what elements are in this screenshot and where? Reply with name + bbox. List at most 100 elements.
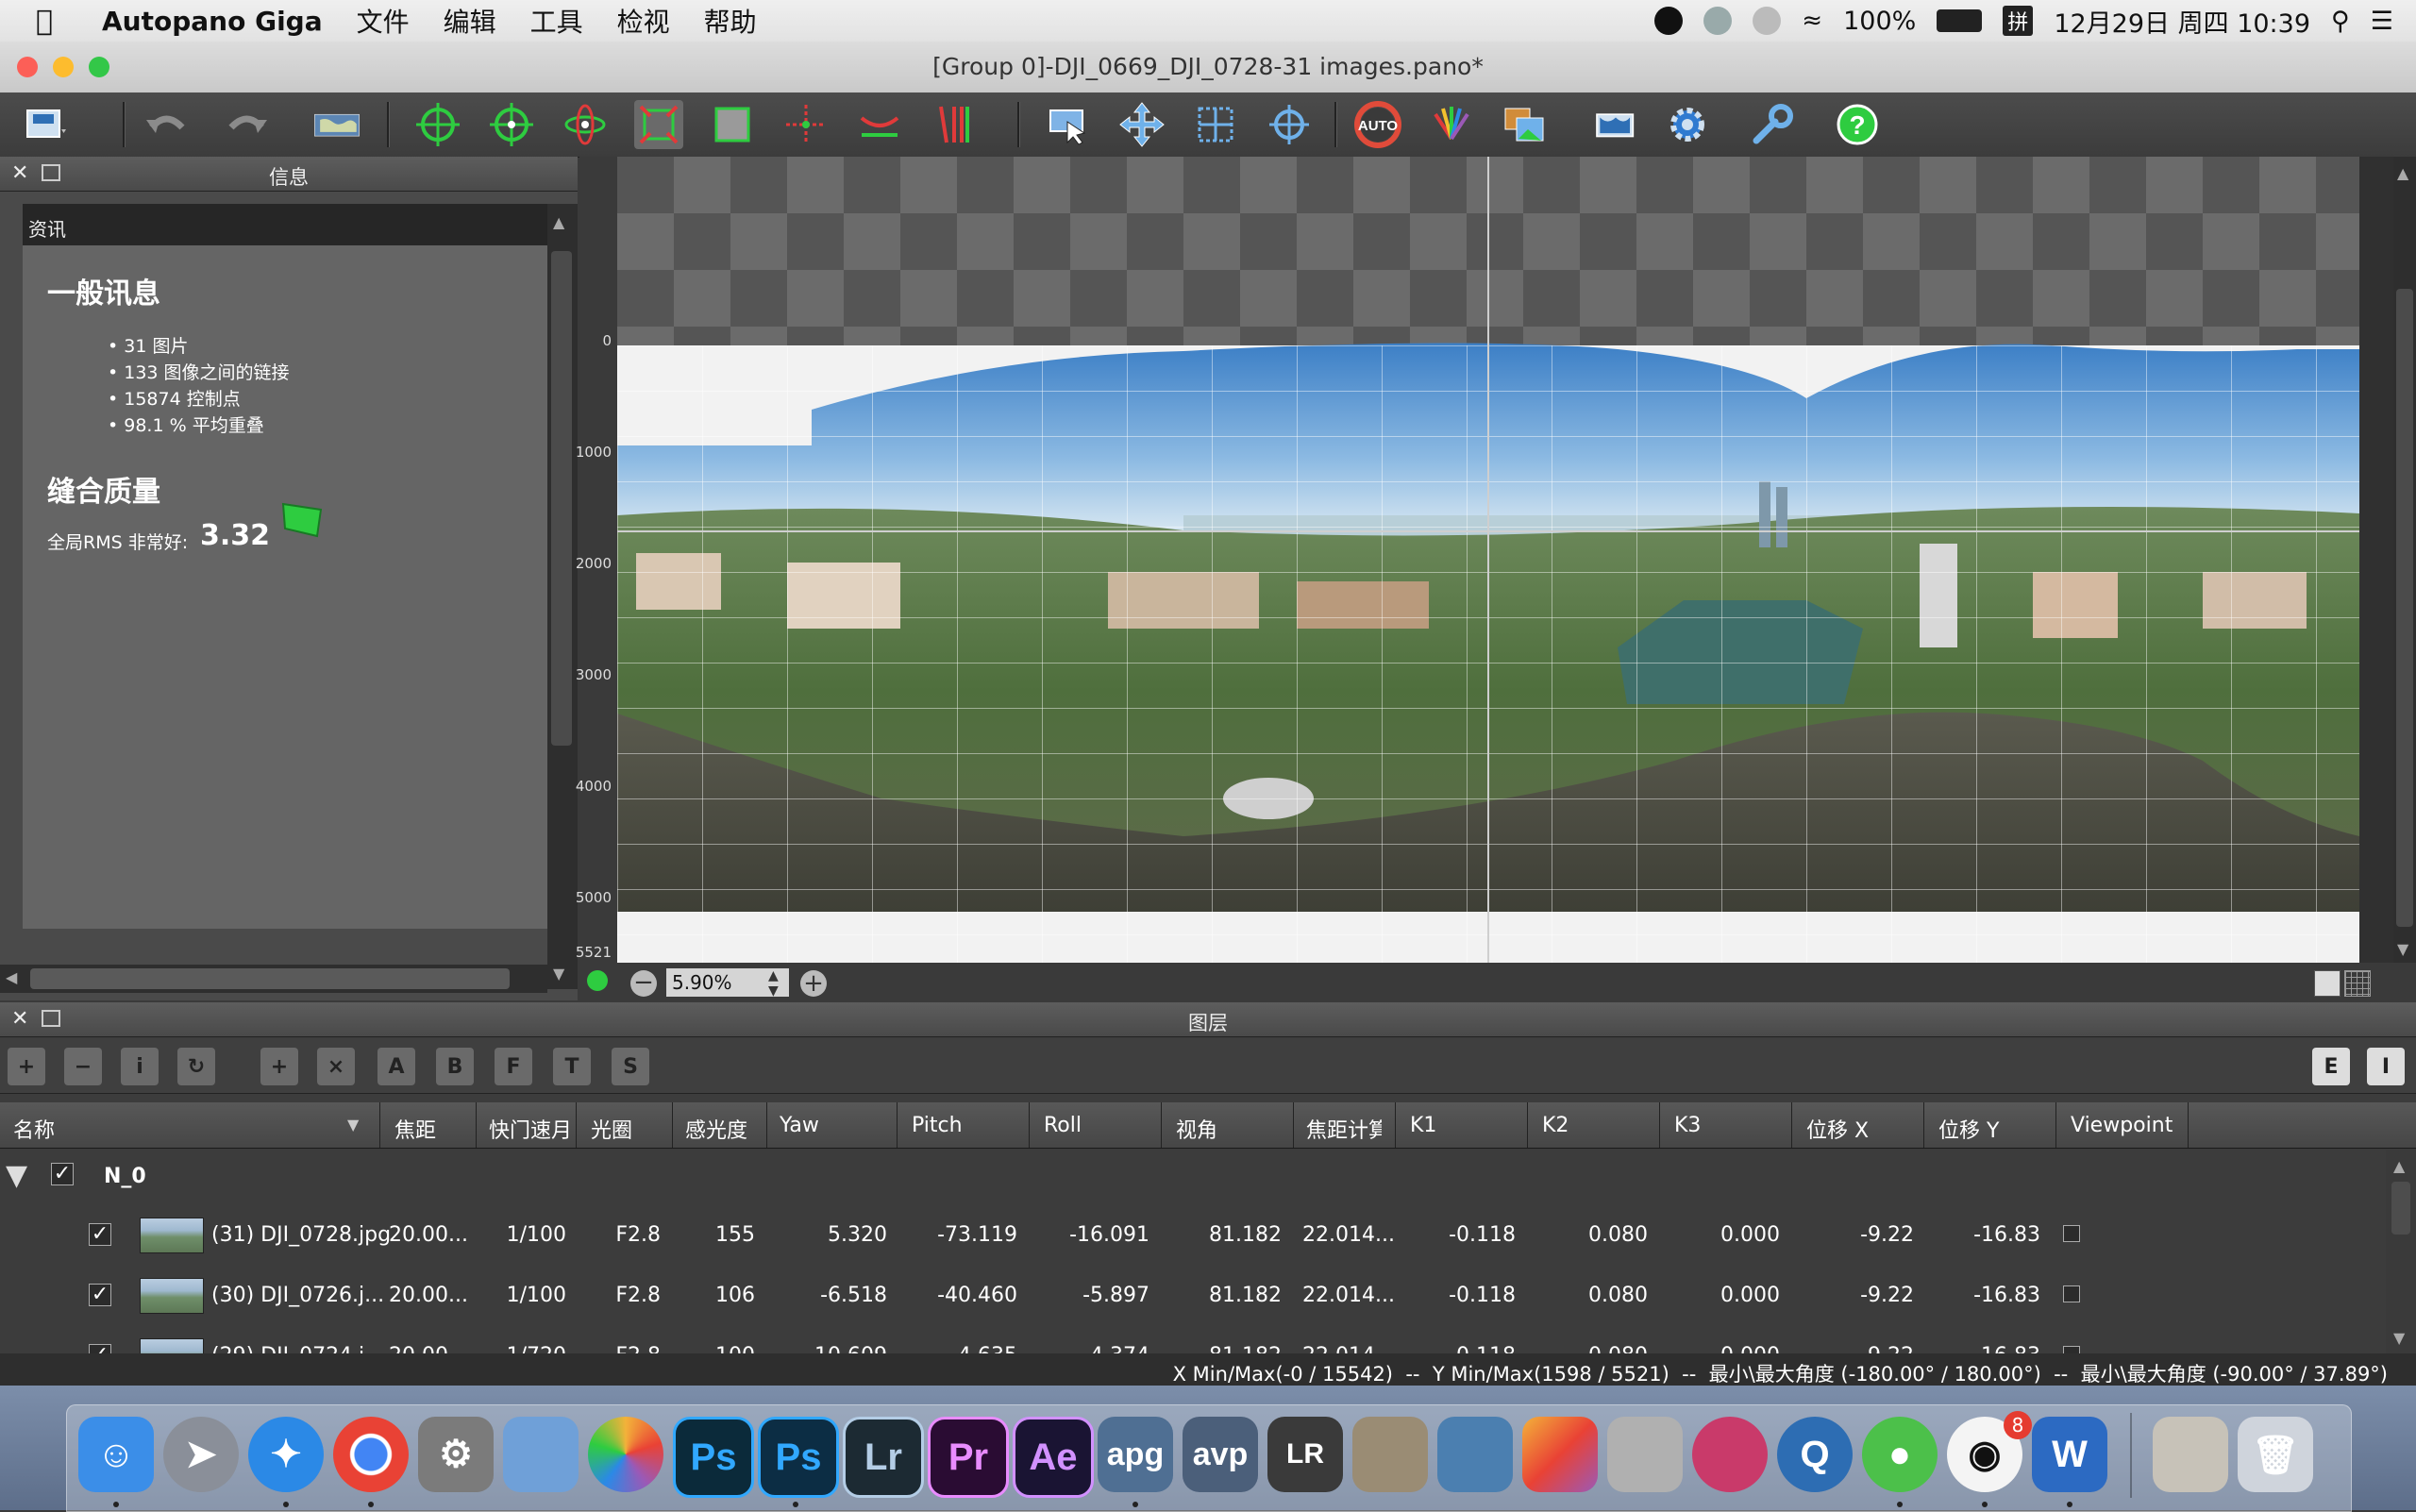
viewport-vertical-scrollbar[interactable]: ▲ ▼ — [2393, 157, 2416, 963]
autopano-giga-icon[interactable]: apg — [1098, 1417, 1173, 1492]
row-checkbox[interactable]: ✓ — [89, 1284, 111, 1306]
col-aperture[interactable]: 光圈 — [591, 1114, 632, 1144]
wrench-icon[interactable] — [1748, 100, 1797, 149]
menu-edit[interactable]: 编辑 — [444, 2, 496, 40]
viewpoint-checkbox[interactable] — [2063, 1346, 2080, 1353]
world-map-icon[interactable] — [304, 100, 370, 149]
layer-tool-s[interactable]: S — [612, 1048, 649, 1085]
downloads-stack-icon[interactable] — [2153, 1417, 2228, 1492]
layers-color-icon[interactable] — [1501, 100, 1550, 149]
autopano-video-icon[interactable]: avp — [1183, 1417, 1258, 1492]
zoom-stepper[interactable]: ▲ ▼ — [768, 968, 779, 999]
menu-help[interactable]: 帮助 — [704, 2, 757, 40]
layers-vertical-scrollbar[interactable]: ▲ ▼ — [2386, 1150, 2416, 1353]
preview-icon[interactable] — [503, 1417, 579, 1492]
col-k1[interactable]: K1 — [1410, 1114, 1436, 1137]
col-shutter[interactable]: 快门速月 — [489, 1114, 572, 1144]
settings-icon[interactable] — [1663, 100, 1712, 149]
zoom-in-button[interactable]: + — [800, 970, 827, 997]
info-vertical-scrollbar[interactable]: ▲ ▼ — [547, 204, 578, 989]
apple-menu-icon[interactable]:  — [36, 5, 74, 38]
undo-icon[interactable] — [142, 100, 191, 149]
col-roll[interactable]: Roll — [1044, 1114, 1082, 1137]
view-single-icon[interactable] — [2314, 970, 2340, 997]
menu-file[interactable]: 文件 — [357, 2, 410, 40]
fit-view-icon[interactable] — [587, 970, 608, 991]
bounding-box-icon[interactable] — [708, 100, 757, 149]
viewpoint-checkbox[interactable] — [2063, 1285, 2080, 1302]
creative-cloud-icon[interactable] — [1753, 7, 1782, 35]
col-name[interactable]: 名称 — [13, 1114, 55, 1144]
crop-icon[interactable] — [634, 100, 683, 149]
col-viewpoint[interactable]: Viewpoint — [2071, 1114, 2173, 1137]
finder-icon[interactable]: ☺ — [78, 1417, 154, 1492]
gear-status-icon[interactable] — [1703, 7, 1733, 35]
center-target-icon[interactable] — [1265, 100, 1314, 149]
layer-tool-a[interactable]: A — [378, 1048, 415, 1085]
layer-tool-t[interactable]: T — [553, 1048, 591, 1085]
compressor-icon[interactable] — [1607, 1417, 1683, 1492]
horizon-point-icon[interactable] — [781, 100, 830, 149]
photoshop-2-icon[interactable]: Ps — [758, 1417, 839, 1498]
final-cut-icon[interactable] — [1522, 1417, 1598, 1492]
premiere-icon[interactable]: Pr — [928, 1417, 1009, 1498]
davinci-resolve-icon[interactable] — [1692, 1417, 1768, 1492]
scrollbar-thumb[interactable] — [2396, 289, 2413, 927]
image-info-icon[interactable]: i — [121, 1048, 159, 1085]
col-yaw[interactable]: Yaw — [780, 1114, 819, 1137]
layer-tool-b[interactable]: B — [436, 1048, 474, 1085]
table-row[interactable]: ✓ (30) DJI_0726.j... 20.00... 1/100 F2.8… — [0, 1267, 2384, 1325]
photoshop-icon[interactable]: Ps — [673, 1417, 754, 1498]
safari-icon[interactable]: ✦ — [248, 1417, 324, 1492]
sphere-icon[interactable] — [561, 100, 610, 149]
row-checkbox[interactable]: ✓ — [89, 1344, 111, 1353]
zoom-out-button[interactable]: − — [630, 970, 657, 997]
scrollbar-thumb[interactable] — [2391, 1182, 2410, 1235]
add-image-icon[interactable]: + — [8, 1048, 45, 1085]
col-iso[interactable]: 感光度 — [685, 1114, 747, 1144]
menu-tools[interactable]: 工具 — [530, 2, 583, 40]
help-icon[interactable]: ? — [1833, 100, 1882, 149]
launchpad-icon[interactable]: ➤ — [163, 1417, 239, 1492]
col-k2[interactable]: K2 — [1542, 1114, 1569, 1137]
horizon-line-icon[interactable] — [855, 100, 904, 149]
image-capture-icon[interactable] — [1352, 1417, 1428, 1492]
col-shift-y[interactable]: 位移 Y — [1938, 1114, 1999, 1144]
system-preferences-icon[interactable]: ⚙ — [418, 1417, 494, 1492]
word-icon[interactable]: W — [2032, 1417, 2107, 1492]
list-view-icon[interactable]: E — [2312, 1048, 2350, 1085]
battery-icon[interactable] — [1937, 9, 1983, 32]
vertical-guide-line[interactable] — [1487, 157, 1489, 963]
wechat-icon[interactable]: ● — [1862, 1417, 1938, 1492]
vertical-lines-icon[interactable] — [929, 100, 978, 149]
control-point-alt-icon[interactable] — [487, 100, 536, 149]
remove-group-icon[interactable]: × — [317, 1048, 355, 1085]
save-icon[interactable] — [21, 100, 70, 149]
refresh-image-icon[interactable]: ↻ — [177, 1048, 215, 1085]
table-row[interactable]: ✓ (31) DJI_0728.jpg 20.00... 1/100 F2.8 … — [0, 1206, 2384, 1265]
transform-icon[interactable] — [1191, 100, 1240, 149]
after-effects-icon[interactable]: Ae — [1013, 1417, 1094, 1498]
menu-app-name[interactable]: Autopano Giga — [102, 6, 323, 37]
clock[interactable]: 12月29日 周四 10:39 — [2054, 3, 2310, 40]
col-focal-calc[interactable]: 焦距计算 — [1306, 1114, 1382, 1144]
select-icon[interactable] — [1044, 100, 1093, 149]
chrome-icon[interactable] — [333, 1417, 409, 1492]
menu-view[interactable]: 检视 — [617, 2, 670, 40]
view-grid-icon[interactable] — [2344, 970, 2371, 997]
add-group-icon[interactable]: + — [260, 1048, 298, 1085]
battery-percent[interactable]: 100% — [1843, 7, 1916, 36]
scrollbar-thumb[interactable] — [551, 251, 572, 746]
panorama-canvas[interactable] — [617, 157, 2359, 963]
expand-triangle-icon[interactable]: ▼ — [6, 1159, 27, 1192]
auto-color-icon[interactable]: AUTO — [1353, 100, 1402, 149]
lrtimelapse-icon[interactable]: LR — [1267, 1417, 1343, 1492]
quicktime-icon[interactable]: Q — [1777, 1417, 1853, 1492]
row-checkbox[interactable]: ✓ — [89, 1223, 111, 1246]
spotlight-icon[interactable]: ⚲ — [2331, 7, 2350, 36]
keynote-tool-icon[interactable] — [1437, 1417, 1513, 1492]
col-focal[interactable]: 焦距 — [394, 1114, 436, 1144]
horizon-guide-line[interactable] — [617, 530, 2359, 532]
col-shift-x[interactable]: 位移 X — [1806, 1114, 1869, 1144]
photos-icon[interactable] — [588, 1417, 663, 1492]
